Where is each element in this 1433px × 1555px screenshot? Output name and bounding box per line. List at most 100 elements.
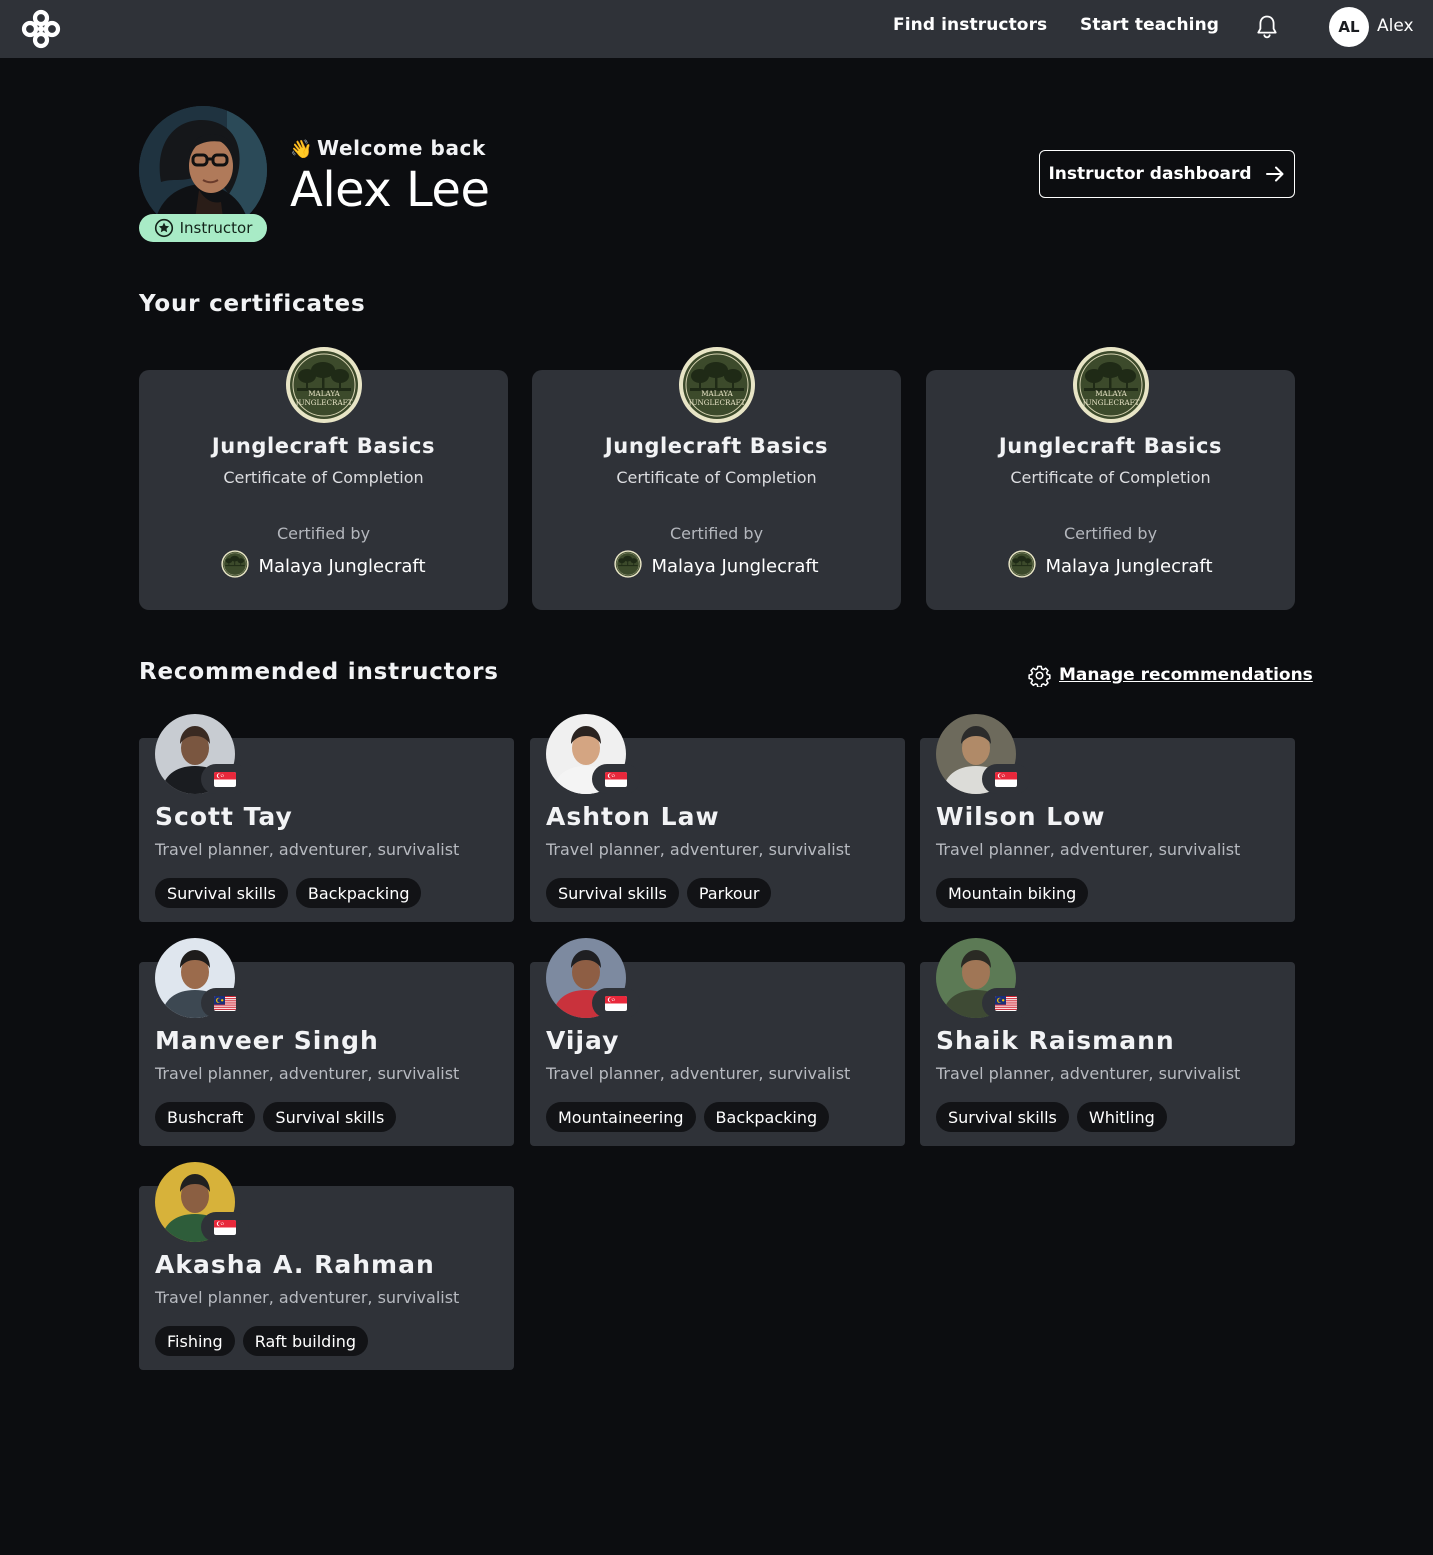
- skill-tags: Survival skills Whitling: [936, 1102, 1167, 1132]
- svg-text:MALAYA: MALAYA: [308, 389, 340, 398]
- svg-text:MALAYA: MALAYA: [701, 389, 733, 398]
- certificate-seal-icon: MALAYA JUNGLECRAFT: [1072, 346, 1150, 424]
- skill-tag[interactable]: Fishing: [155, 1326, 235, 1356]
- skill-tag[interactable]: Backpacking: [295, 878, 422, 908]
- certifying-organisation: Malaya Junglecraft: [139, 550, 508, 583]
- instructor-role: Travel planner, adventurer, survivalist: [155, 840, 460, 859]
- certified-by-label: Certified by: [669, 524, 764, 543]
- singapore-flag-icon: [201, 1212, 249, 1242]
- instructor-card[interactable]: Shaik Raismann Travel planner, adventurer…: [920, 938, 1295, 1146]
- manage-recommendations-label: Manage recommendations: [1059, 665, 1313, 685]
- welcome-message: 👋 Welcome back: [290, 136, 486, 160]
- malaysia-flag-icon: [982, 988, 1030, 1018]
- instructor-card[interactable]: Vijay Travel planner, adventurer, surviva…: [530, 938, 905, 1146]
- instructor-name: Vijay: [546, 1026, 620, 1055]
- skill-tag[interactable]: Bushcraft: [155, 1102, 256, 1132]
- skill-tag[interactable]: Survival skills: [263, 1102, 397, 1132]
- certificate-subtitle: Certificate of Completion: [616, 468, 817, 487]
- skill-tag[interactable]: Survival skills: [155, 878, 288, 908]
- svg-text:JUNGLECRAFT: JUNGLECRAFT: [1082, 398, 1140, 407]
- user-avatar[interactable]: AL: [1329, 7, 1369, 47]
- certificate-card[interactable]: MALAYA JUNGLECRAFT Junglecraft Basics Certi…: [139, 347, 508, 610]
- instructor-role: Travel planner, adventurer, survivalist: [936, 840, 1241, 859]
- instructor-card[interactable]: Manveer Singh Travel planner, adventurer,…: [139, 938, 514, 1146]
- instructor-card[interactable]: Wilson Low Travel planner, adventurer, su…: [920, 714, 1295, 922]
- instructor-name: Scott Tay: [155, 802, 293, 831]
- instructor-role: Travel planner, adventurer, survivalist: [546, 840, 851, 859]
- certificate-title: Junglecraft Basics: [604, 434, 829, 458]
- manage-recommendations-link[interactable]: Manage recommendations: [1028, 662, 1313, 688]
- skill-tags: Fishing Raft building: [155, 1326, 369, 1356]
- skill-tags: Mountain biking: [936, 878, 1089, 908]
- organisation-name: Malaya Junglecraft: [1045, 556, 1213, 577]
- instructor-dashboard-button[interactable]: Instructor dashboard: [1039, 150, 1295, 198]
- skill-tag[interactable]: Mountain biking: [936, 878, 1089, 908]
- arrow-right-icon: [1265, 166, 1284, 182]
- skill-tag[interactable]: Survival skills: [936, 1102, 1069, 1132]
- svg-text:MALAYA: MALAYA: [1095, 389, 1127, 398]
- skill-tag[interactable]: Raft building: [242, 1326, 369, 1356]
- organisation-logo-icon: [221, 550, 250, 583]
- user-full-name: Alex Lee: [290, 162, 490, 218]
- notification-bell-icon[interactable]: [1256, 14, 1278, 40]
- instructor-card[interactable]: Akasha A. Rahman Travel planner, adventur…: [139, 1162, 514, 1370]
- certifying-organisation: Malaya Junglecraft: [926, 550, 1295, 583]
- skill-tag[interactable]: Parkour: [686, 878, 772, 908]
- instructor-card[interactable]: Ashton Law Travel planner, adventurer, su…: [530, 714, 905, 922]
- organisation-logo-icon: [614, 550, 643, 583]
- singapore-flag-icon: [201, 764, 249, 794]
- malaysia-flag-icon: [201, 988, 249, 1018]
- instructor-role: Travel planner, adventurer, survivalist: [546, 1064, 851, 1083]
- certificate-seal-icon: MALAYA JUNGLECRAFT: [678, 346, 756, 424]
- instructor-dashboard-label: Instructor dashboard: [1048, 164, 1252, 184]
- nav-start-teaching-link[interactable]: Start teaching: [1080, 15, 1219, 35]
- certificate-seal-icon: MALAYA JUNGLECRAFT: [285, 346, 363, 424]
- skill-tag[interactable]: Backpacking: [703, 1102, 830, 1132]
- instructor-role-badge: Instructor: [139, 214, 267, 242]
- certificate-subtitle: Certificate of Completion: [223, 468, 424, 487]
- skill-tag[interactable]: Whitling: [1076, 1102, 1167, 1132]
- singapore-flag-icon: [982, 764, 1030, 794]
- skill-tags: Mountaineering Backpacking: [546, 1102, 830, 1132]
- instructor-role: Travel planner, adventurer, survivalist: [155, 1064, 460, 1083]
- skill-tags: Bushcraft Survival skills: [155, 1102, 397, 1132]
- skill-tags: Survival skills Parkour: [546, 878, 772, 908]
- certificate-card[interactable]: MALAYA JUNGLECRAFT Junglecraft Basics Certi…: [926, 347, 1295, 610]
- svg-text:JUNGLECRAFT: JUNGLECRAFT: [688, 398, 746, 407]
- nav-find-instructors-link[interactable]: Find instructors: [893, 15, 1047, 35]
- certifying-organisation: Malaya Junglecraft: [532, 550, 901, 583]
- certificate-title: Junglecraft Basics: [211, 434, 436, 458]
- user-menu-name[interactable]: Alex: [1377, 16, 1414, 36]
- organisation-name: Malaya Junglecraft: [258, 556, 426, 577]
- instructor-role: Travel planner, adventurer, survivalist: [936, 1064, 1241, 1083]
- instructor-name: Wilson Low: [936, 802, 1106, 831]
- organisation-logo-icon: [1008, 550, 1037, 583]
- certificate-subtitle: Certificate of Completion: [1010, 468, 1211, 487]
- organisation-name: Malaya Junglecraft: [651, 556, 819, 577]
- instructor-name: Ashton Law: [546, 802, 720, 831]
- top-navigation-bar: Find instructors Start teaching AL Alex: [0, 0, 1433, 58]
- recommended-section-title: Recommended instructors: [139, 659, 499, 685]
- instructor-role: Travel planner, adventurer, survivalist: [155, 1288, 460, 1307]
- app-logo-icon[interactable]: [20, 8, 62, 50]
- skill-tags: Survival skills Backpacking: [155, 878, 422, 908]
- singapore-flag-icon: [592, 764, 640, 794]
- skill-tag[interactable]: Mountaineering: [546, 1102, 696, 1132]
- certified-by-label: Certified by: [276, 524, 371, 543]
- certificate-title: Junglecraft Basics: [998, 434, 1223, 458]
- certificates-section-title: Your certificates: [139, 291, 366, 317]
- gear-icon: [1028, 665, 1051, 687]
- waving-hand-icon: 👋: [290, 139, 314, 160]
- skill-tag[interactable]: Survival skills: [546, 878, 679, 908]
- singapore-flag-icon: [592, 988, 640, 1018]
- welcome-text: Welcome back: [317, 136, 486, 160]
- instructor-name: Shaik Raismann: [936, 1026, 1175, 1055]
- instructor-name: Akasha A. Rahman: [155, 1250, 435, 1279]
- svg-text:JUNGLECRAFT: JUNGLECRAFT: [295, 398, 353, 407]
- instructor-card[interactable]: Scott Tay Travel planner, adventurer, sur…: [139, 714, 514, 922]
- role-badge-label: Instructor: [179, 219, 253, 237]
- certified-by-label: Certified by: [1063, 524, 1158, 543]
- certificate-card[interactable]: MALAYA JUNGLECRAFT Junglecraft Basics Certi…: [532, 347, 901, 610]
- star-badge-icon: [154, 218, 173, 238]
- instructor-name: Manveer Singh: [155, 1026, 379, 1055]
